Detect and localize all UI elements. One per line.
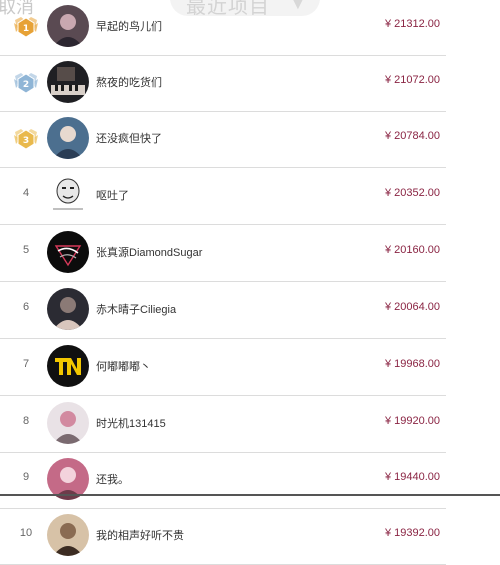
svg-text:1: 1 [23, 24, 29, 34]
bronze-medal-icon: 3 [12, 126, 40, 152]
svg-text:3: 3 [23, 136, 29, 146]
ranking-row[interactable]: 4 呕吐了 ¥ 20352.00 [0, 169, 446, 225]
ranking-row[interactable]: 8 时光机131415 ¥ 19920.00 [0, 397, 446, 453]
row-separator [0, 338, 446, 339]
ranking-row[interactable]: 10 我的相声好听不贵 ¥ 19392.00 [0, 509, 446, 565]
divider [0, 494, 500, 496]
svg-text:2: 2 [23, 80, 29, 90]
amount-value: ¥ 19968.00 [384, 358, 440, 370]
row-separator [0, 281, 446, 282]
user-name: 熬夜的吃货们 [96, 77, 162, 89]
rank-number: 6 [22, 301, 30, 313]
ranking-row[interactable]: 5 张真源DiamondSugar ¥ 20160.00 [0, 226, 446, 282]
ranking-row[interactable]: 6 赤木晴子Ciliegia ¥ 20064.00 [0, 283, 446, 339]
amount-value: ¥ 20160.00 [384, 244, 440, 256]
avatar[interactable] [47, 117, 89, 159]
row-separator [0, 167, 446, 168]
user-name: 时光机131415 [96, 418, 166, 430]
avatar[interactable] [47, 5, 89, 47]
amount-value: ¥ 19392.00 [384, 527, 440, 539]
rank-number: 4 [22, 187, 30, 199]
amount-value: ¥ 21312.00 [384, 18, 440, 30]
user-name: 呕吐了 [96, 190, 129, 202]
ranking-row[interactable]: 2 熬夜的吃货们 ¥ 21072.00 [0, 56, 446, 112]
rank-number: 10 [19, 527, 33, 539]
user-name: 何嘟嘟嘟丶 [96, 361, 151, 373]
row-separator [0, 224, 446, 225]
rank-number: 5 [22, 244, 30, 256]
ranking-row[interactable]: 3 还没疯但快了 ¥ 20784.00 [0, 112, 446, 168]
avatar[interactable] [47, 231, 89, 273]
row-separator [0, 395, 446, 396]
rank-number: 8 [22, 415, 30, 427]
avatar[interactable] [47, 514, 89, 556]
user-name: 还我。 [96, 474, 129, 486]
user-name: 我的相声好听不贵 [96, 530, 184, 542]
amount-value: ¥ 20784.00 [384, 130, 440, 142]
amount-value: ¥ 21072.00 [384, 74, 440, 86]
user-name: 早起的鸟儿们 [96, 21, 162, 33]
avatar[interactable] [47, 61, 89, 103]
user-name: 赤木晴子Ciliegia [96, 304, 177, 316]
amount-value: ¥ 19440.00 [384, 471, 440, 483]
avatar[interactable] [47, 174, 89, 216]
amount-value: ¥ 20352.00 [384, 187, 440, 199]
avatar[interactable] [47, 345, 89, 387]
amount-value: ¥ 19920.00 [384, 415, 440, 427]
ranking-row[interactable]: 7 何嘟嘟嘟丶 ¥ 19968.00 [0, 340, 446, 396]
amount-value: ¥ 20064.00 [384, 301, 440, 313]
silver-medal-icon: 2 [12, 70, 40, 96]
rank-number: 9 [22, 471, 30, 483]
ranking-row[interactable]: 9 还我。 ¥ 19440.00 [0, 453, 446, 509]
avatar[interactable] [47, 288, 89, 330]
rank-number: 7 [22, 358, 30, 370]
ranking-row[interactable]: 1 早起的鸟儿们 ¥ 21312.00 [0, 0, 446, 56]
gold-medal-icon: 1 [12, 14, 40, 40]
user-name: 还没疯但快了 [96, 133, 162, 145]
user-name: 张真源DiamondSugar [96, 247, 203, 259]
avatar[interactable] [47, 402, 89, 444]
